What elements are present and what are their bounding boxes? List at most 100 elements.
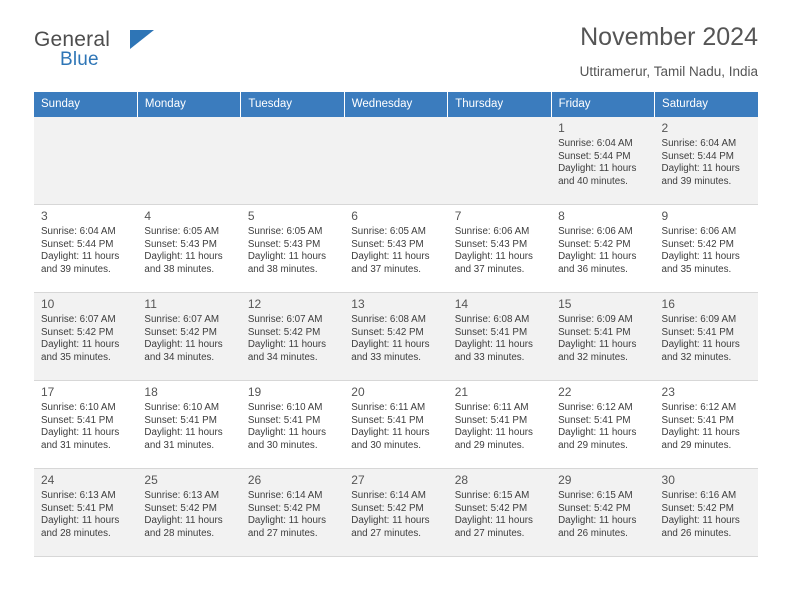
calendar-day-cell: 10 Sunrise: 6:07 AM Sunset: 5:42 PM Dayli… xyxy=(34,292,138,381)
day-number: 19 xyxy=(247,385,262,399)
day-number: 11 xyxy=(144,297,157,311)
calendar-week-row: 3 Sunrise: 6:04 AM Sunset: 5:44 PM Daylig… xyxy=(34,204,758,293)
day-number: 8 xyxy=(558,209,565,223)
calendar-day-cell: 7 Sunrise: 6:06 AM Sunset: 5:43 PM Daylig… xyxy=(447,204,552,293)
day-details: Sunrise: 6:12 AM Sunset: 5:41 PM Dayligh… xyxy=(558,402,637,452)
calendar-day-cell xyxy=(137,117,241,205)
calendar-day-cell: 15 Sunrise: 6:09 AM Sunset: 5:41 PM Dayli… xyxy=(551,292,655,381)
location-subtitle: Uttiramerur, Tamil Nadu, India xyxy=(579,64,758,79)
day-details: Sunrise: 6:07 AM Sunset: 5:42 PM Dayligh… xyxy=(144,314,223,364)
logo[interactable]: General Blue xyxy=(34,28,204,74)
day-details: Sunrise: 6:06 AM Sunset: 5:42 PM Dayligh… xyxy=(558,226,637,276)
calendar-day-cell: 28 Sunrise: 6:15 AM Sunset: 5:42 PM Dayli… xyxy=(447,468,552,557)
day-details: Sunrise: 6:14 AM Sunset: 5:42 PM Dayligh… xyxy=(351,490,430,540)
calendar-day-cell: 9 Sunrise: 6:06 AM Sunset: 5:42 PM Daylig… xyxy=(654,204,758,293)
calendar-page: General Blue November 2024 Uttiramerur, … xyxy=(0,0,792,612)
calendar-day-cell: 5 Sunrise: 6:05 AM Sunset: 5:43 PM Daylig… xyxy=(240,204,345,293)
day-details: Sunrise: 6:16 AM Sunset: 5:42 PM Dayligh… xyxy=(661,490,740,540)
weekday-header-sunday: Sunday xyxy=(34,92,138,117)
page-header: General Blue November 2024 Uttiramerur, … xyxy=(34,0,758,79)
calendar-header-row: Sunday Monday Tuesday Wednesday Thursday… xyxy=(34,92,758,117)
day-details: Sunrise: 6:08 AM Sunset: 5:42 PM Dayligh… xyxy=(351,314,430,364)
day-details: Sunrise: 6:06 AM Sunset: 5:43 PM Dayligh… xyxy=(454,226,533,276)
day-number: 18 xyxy=(144,385,158,399)
calendar-day-cell: 1 Sunrise: 6:04 AM Sunset: 5:44 PM Daylig… xyxy=(551,117,655,205)
day-details: Sunrise: 6:06 AM Sunset: 5:42 PM Dayligh… xyxy=(661,226,740,276)
day-details: Sunrise: 6:13 AM Sunset: 5:42 PM Dayligh… xyxy=(144,490,223,540)
calendar-week-row: 24 Sunrise: 6:13 AM Sunset: 5:41 PM Dayli… xyxy=(34,468,758,557)
calendar-day-cell xyxy=(34,117,138,205)
day-details: Sunrise: 6:10 AM Sunset: 5:41 PM Dayligh… xyxy=(247,402,327,452)
calendar-day-cell: 13 Sunrise: 6:08 AM Sunset: 5:42 PM Dayli… xyxy=(344,292,448,381)
calendar-day-cell: 11 Sunrise: 6:07 AM Sunset: 5:42 PM Dayli… xyxy=(137,292,241,381)
day-number: 30 xyxy=(661,473,675,487)
calendar-day-cell: 14 Sunrise: 6:08 AM Sunset: 5:41 PM Dayli… xyxy=(447,292,552,381)
day-details: Sunrise: 6:07 AM Sunset: 5:42 PM Dayligh… xyxy=(247,314,327,364)
calendar-day-cell: 23 Sunrise: 6:12 AM Sunset: 5:41 PM Dayli… xyxy=(654,380,758,469)
calendar-day-cell: 8 Sunrise: 6:06 AM Sunset: 5:42 PM Daylig… xyxy=(551,204,655,293)
day-details: Sunrise: 6:11 AM Sunset: 5:41 PM Dayligh… xyxy=(351,402,430,452)
day-details: Sunrise: 6:05 AM Sunset: 5:43 PM Dayligh… xyxy=(247,226,327,276)
calendar-week-row: 17 Sunrise: 6:10 AM Sunset: 5:41 PM Dayli… xyxy=(34,380,758,469)
day-details: Sunrise: 6:11 AM Sunset: 5:41 PM Dayligh… xyxy=(454,402,533,452)
day-number: 1 xyxy=(558,121,565,135)
day-details: Sunrise: 6:09 AM Sunset: 5:41 PM Dayligh… xyxy=(661,314,740,364)
day-number: 16 xyxy=(661,297,675,311)
day-details: Sunrise: 6:08 AM Sunset: 5:41 PM Dayligh… xyxy=(454,314,533,364)
day-number: 22 xyxy=(558,385,572,399)
day-number: 14 xyxy=(454,297,469,311)
weekday-header-saturday: Saturday xyxy=(654,92,758,117)
day-number: 24 xyxy=(41,473,55,487)
calendar-day-cell xyxy=(240,117,345,205)
day-number: 26 xyxy=(247,473,262,487)
calendar-day-cell: 4 Sunrise: 6:05 AM Sunset: 5:43 PM Daylig… xyxy=(137,204,241,293)
day-number: 6 xyxy=(351,209,358,223)
logo-text-blue: Blue xyxy=(60,49,99,70)
calendar-day-cell: 24 Sunrise: 6:13 AM Sunset: 5:41 PM Dayli… xyxy=(34,468,138,557)
day-number: 23 xyxy=(661,385,675,399)
logo-text-general: General xyxy=(34,28,111,51)
calendar-day-cell: 16 Sunrise: 6:09 AM Sunset: 5:41 PM Dayli… xyxy=(654,292,758,381)
calendar-week-row: 1 Sunrise: 6:04 AM Sunset: 5:44 PM Daylig… xyxy=(34,117,758,205)
day-number: 20 xyxy=(351,385,365,399)
calendar-day-cell xyxy=(344,117,448,205)
day-details: Sunrise: 6:04 AM Sunset: 5:44 PM Dayligh… xyxy=(661,138,740,188)
day-number: 17 xyxy=(41,385,55,399)
calendar-day-cell xyxy=(447,117,552,205)
calendar-day-cell: 19 Sunrise: 6:10 AM Sunset: 5:41 PM Dayli… xyxy=(240,380,345,469)
day-number: 21 xyxy=(454,385,469,399)
calendar-day-cell: 22 Sunrise: 6:12 AM Sunset: 5:41 PM Dayli… xyxy=(551,380,655,469)
day-details: Sunrise: 6:05 AM Sunset: 5:43 PM Dayligh… xyxy=(144,226,223,276)
calendar-day-cell: 21 Sunrise: 6:11 AM Sunset: 5:41 PM Dayli… xyxy=(447,380,552,469)
title-block: November 2024 Uttiramerur, Tamil Nadu, I… xyxy=(580,22,758,80)
day-number: 7 xyxy=(454,209,462,223)
day-number: 29 xyxy=(558,473,572,487)
page-title: November 2024 xyxy=(580,23,758,51)
day-details: Sunrise: 6:05 AM Sunset: 5:43 PM Dayligh… xyxy=(351,226,430,276)
day-details: Sunrise: 6:15 AM Sunset: 5:42 PM Dayligh… xyxy=(454,490,533,540)
calendar-day-cell: 26 Sunrise: 6:14 AM Sunset: 5:42 PM Dayli… xyxy=(240,468,345,557)
weekday-header-friday: Friday xyxy=(551,92,656,117)
weekday-header-tuesday: Tuesday xyxy=(240,92,345,117)
calendar-week-row: 10 Sunrise: 6:07 AM Sunset: 5:42 PM Dayli… xyxy=(34,292,758,381)
day-number: 9 xyxy=(661,209,669,223)
day-number: 3 xyxy=(41,209,48,223)
day-number: 4 xyxy=(144,209,152,223)
calendar-day-cell: 12 Sunrise: 6:07 AM Sunset: 5:42 PM Dayli… xyxy=(240,292,345,381)
day-details: Sunrise: 6:07 AM Sunset: 5:42 PM Dayligh… xyxy=(41,314,120,364)
day-details: Sunrise: 6:15 AM Sunset: 5:42 PM Dayligh… xyxy=(558,490,637,540)
day-number: 10 xyxy=(41,297,55,311)
calendar-day-cell: 18 Sunrise: 6:10 AM Sunset: 5:41 PM Dayli… xyxy=(137,380,241,469)
day-number: 13 xyxy=(351,297,365,311)
weekday-header-monday: Monday xyxy=(137,92,242,117)
calendar-day-cell: 3 Sunrise: 6:04 AM Sunset: 5:44 PM Daylig… xyxy=(34,204,138,293)
day-number: 2 xyxy=(661,121,669,135)
day-details: Sunrise: 6:04 AM Sunset: 5:44 PM Dayligh… xyxy=(558,138,637,188)
weekday-header-thursday: Thursday xyxy=(447,92,552,117)
calendar-day-cell: 17 Sunrise: 6:10 AM Sunset: 5:41 PM Dayli… xyxy=(34,380,138,469)
calendar-table: Sunday Monday Tuesday Wednesday Thursday… xyxy=(34,92,758,557)
day-number: 28 xyxy=(454,473,469,487)
calendar-day-cell: 20 Sunrise: 6:11 AM Sunset: 5:41 PM Dayli… xyxy=(344,380,448,469)
day-number: 5 xyxy=(247,209,255,223)
day-details: Sunrise: 6:10 AM Sunset: 5:41 PM Dayligh… xyxy=(144,402,223,452)
